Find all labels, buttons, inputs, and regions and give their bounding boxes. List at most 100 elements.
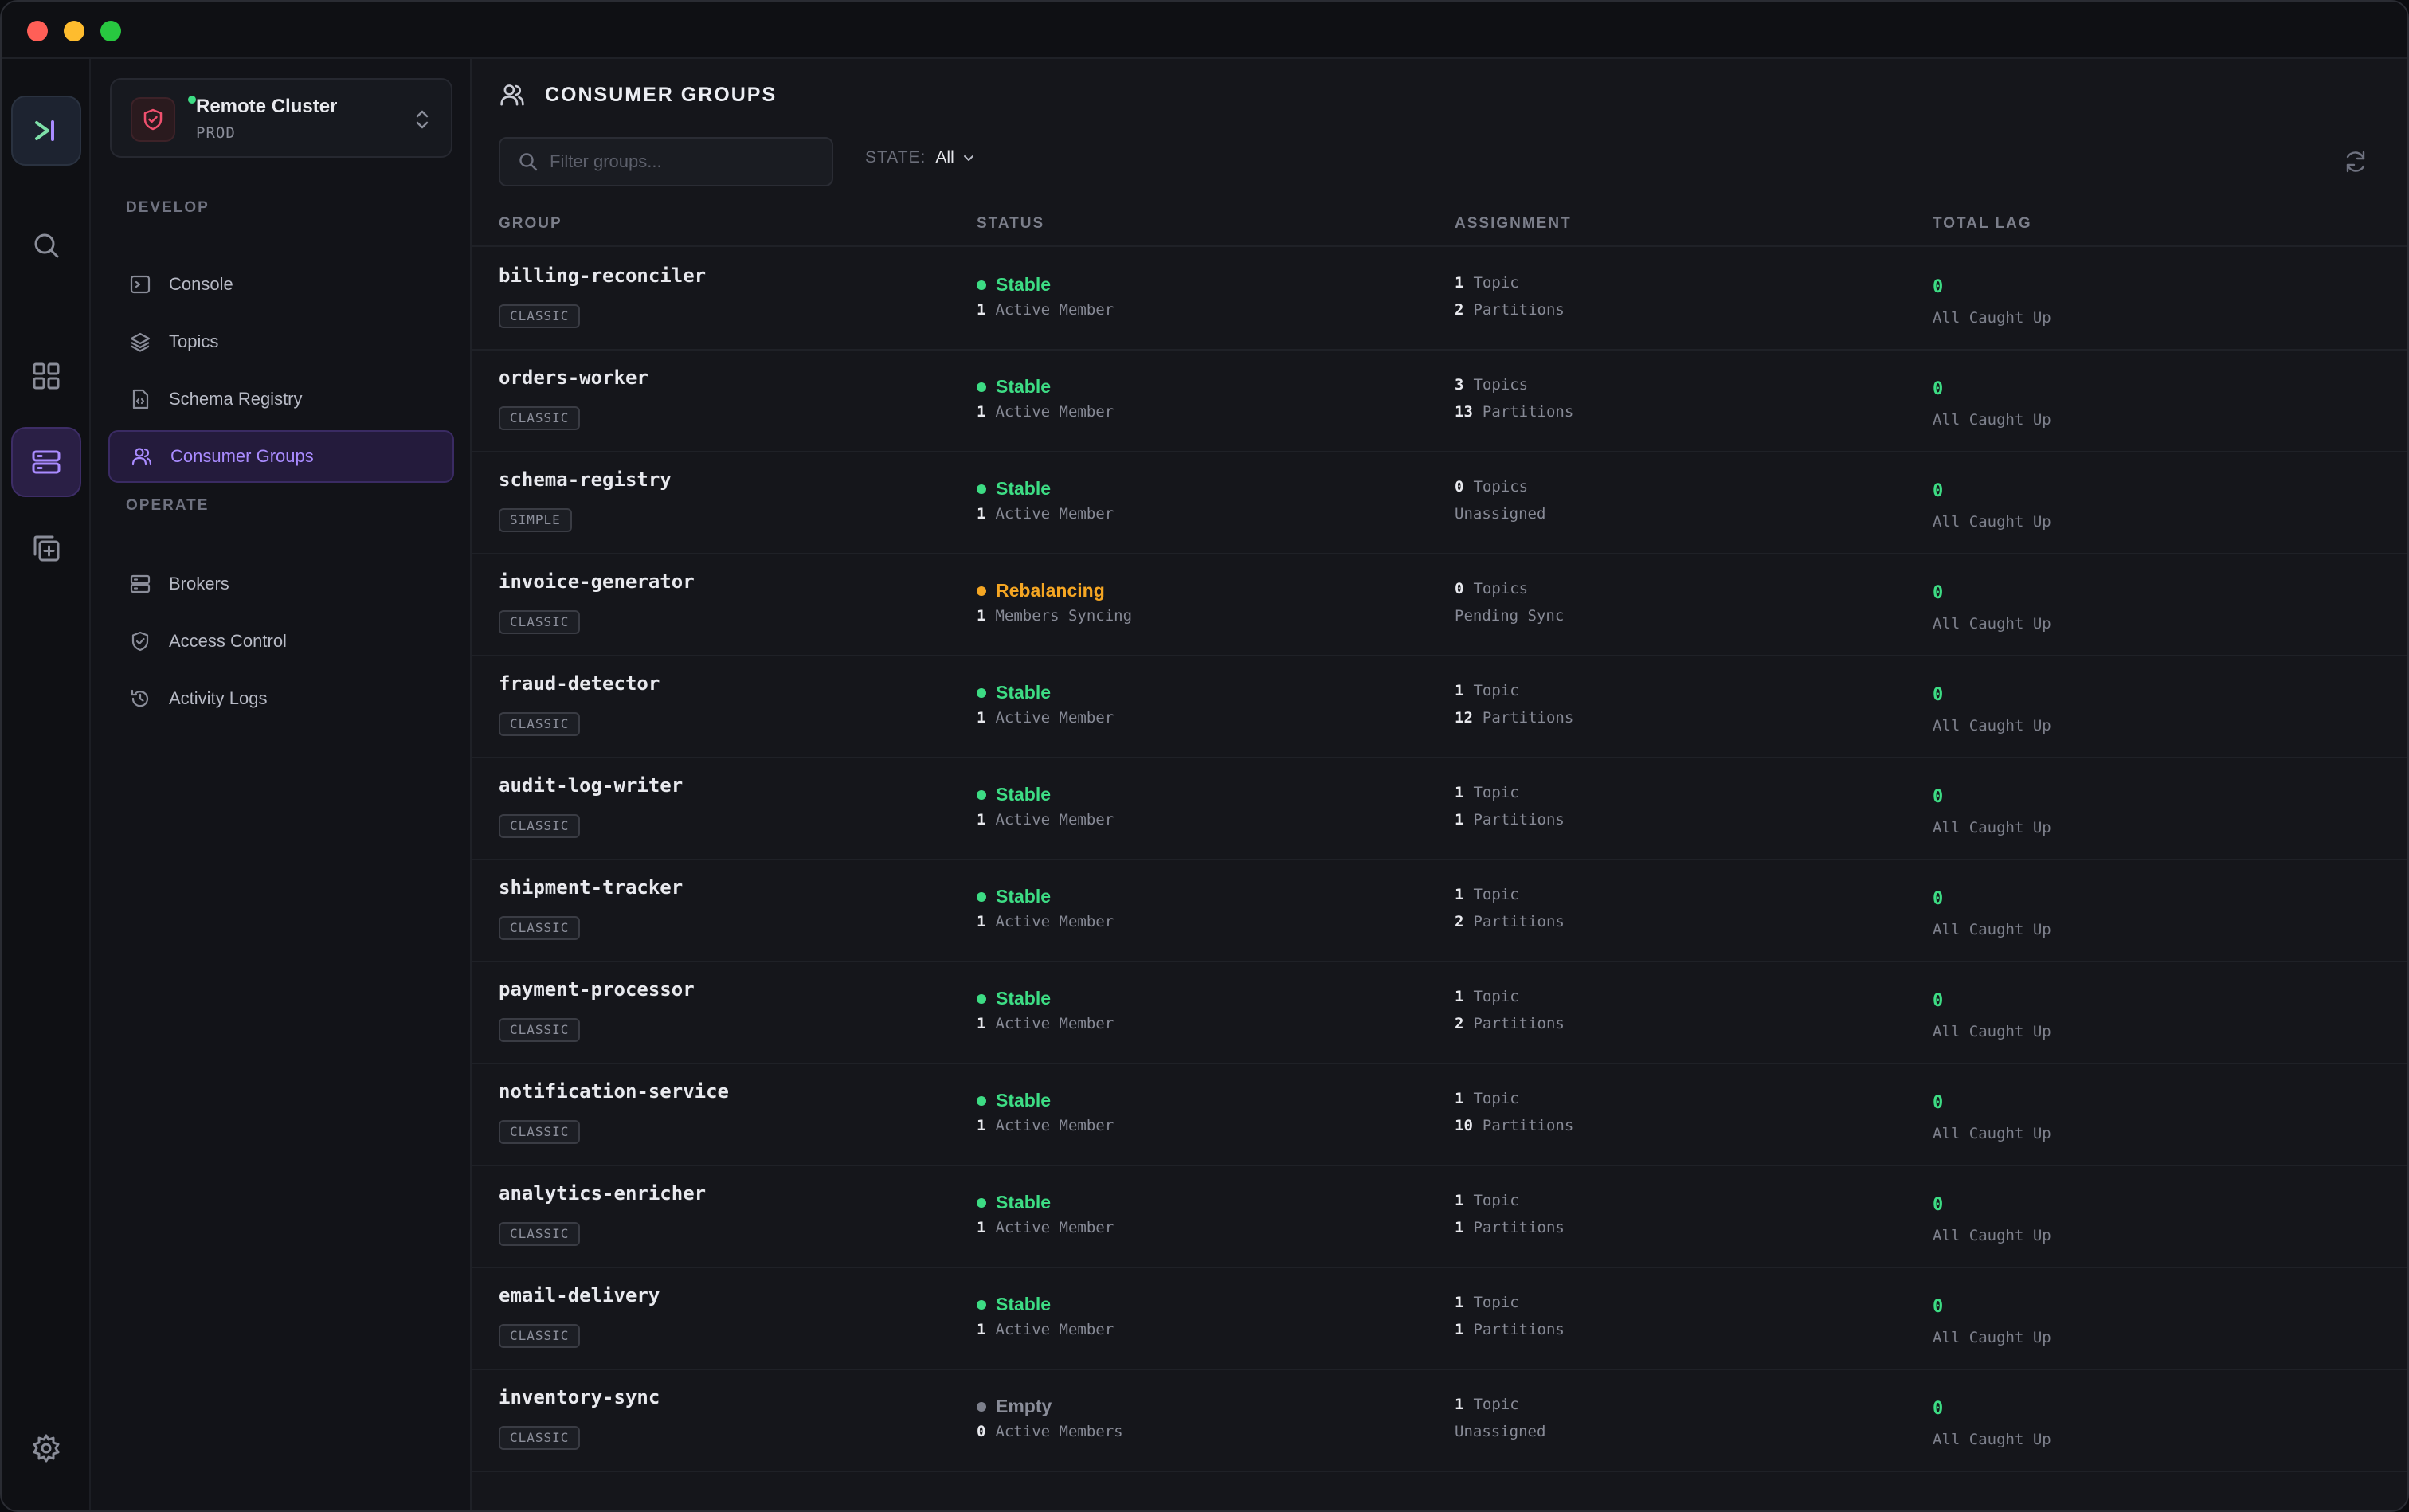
dashboard-grid-icon[interactable] xyxy=(11,341,81,411)
status-dot xyxy=(977,586,986,596)
total-lag-text: All Caught Up xyxy=(1933,1431,2051,1448)
group-name[interactable]: analytics-enricher xyxy=(499,1182,706,1205)
sidebar-item-consumer-groups[interactable]: Consumer Groups xyxy=(108,430,454,483)
sidebar-item-schema-registry[interactable]: Schema Registry xyxy=(108,373,454,425)
group-name[interactable]: fraud-detector xyxy=(499,672,660,695)
column-header-total-lag[interactable]: TOTAL LAG xyxy=(1933,215,2032,233)
status-text: Empty xyxy=(996,1396,1052,1416)
table-row[interactable]: billing-reconciler CLASSIC Stable 1 Activ… xyxy=(472,249,2407,351)
members-count: 1 xyxy=(977,1117,986,1134)
status-text: Stable xyxy=(996,784,1052,805)
partitions-count: 1 xyxy=(1455,811,1464,828)
group-name[interactable]: inventory-sync xyxy=(499,1386,660,1408)
table-row[interactable]: analytics-enricher CLASSIC Stable 1 Activ… xyxy=(472,1166,2407,1268)
members-summary: 0 Active Members xyxy=(977,1423,1123,1440)
members-text: Active Member xyxy=(995,1321,1114,1338)
members-summary: 1 Active Member xyxy=(977,1015,1114,1032)
table-row[interactable]: audit-log-writer CLASSIC Stable 1 Active … xyxy=(472,758,2407,860)
add-copy-icon[interactable] xyxy=(11,513,81,583)
column-header-status[interactable]: STATUS xyxy=(977,215,1044,233)
table-header: GROUP STATUS ASSIGNMENT TOTAL LAG xyxy=(472,199,2407,247)
group-name[interactable]: email-delivery xyxy=(499,1284,660,1306)
total-lag-text: All Caught Up xyxy=(1933,411,2051,429)
settings-gear-icon[interactable] xyxy=(11,1413,81,1483)
topics-count: 0 xyxy=(1455,478,1464,496)
sidebar-item-label: Topics xyxy=(169,331,219,351)
status-text: Stable xyxy=(996,1192,1052,1212)
sidebar-item-activity-logs[interactable]: Activity Logs xyxy=(108,672,454,725)
total-lag-value: 0 xyxy=(1933,1093,1944,1113)
server-stack-icon[interactable] xyxy=(11,427,81,497)
topics-summary: 0 Topics xyxy=(1455,478,1528,496)
topics-count: 1 xyxy=(1455,1192,1464,1209)
total-lag-value: 0 xyxy=(1933,685,1944,705)
group-name[interactable]: orders-worker xyxy=(499,366,648,389)
section-label-develop: DEVELOP xyxy=(126,199,210,216)
minimize-window-button[interactable] xyxy=(64,21,84,41)
partitions-summary: 2 Partitions xyxy=(1455,913,1565,930)
app-logo-icon[interactable] xyxy=(11,96,81,166)
filter-groups-input[interactable] xyxy=(550,151,821,172)
table-row[interactable]: inventory-sync CLASSIC Empty 0 Active Mem… xyxy=(472,1370,2407,1472)
sidebar-item-label: Access Control xyxy=(169,631,287,651)
group-name[interactable]: invoice-generator xyxy=(499,570,695,593)
partitions-summary: 13 Partitions xyxy=(1455,403,1573,421)
group-name[interactable]: schema-registry xyxy=(499,468,672,491)
status-badge: Empty xyxy=(977,1396,1052,1417)
history-icon xyxy=(131,689,149,707)
status-badge: Stable xyxy=(977,1192,1051,1213)
sidebar-item-topics[interactable]: Topics xyxy=(108,315,454,368)
group-name[interactable]: shipment-tracker xyxy=(499,876,683,899)
table-row[interactable]: payment-processor CLASSIC Stable 1 Active… xyxy=(472,962,2407,1064)
status-dot xyxy=(977,993,986,1004)
total-lag-text: All Caught Up xyxy=(1933,1125,2051,1142)
group-type-badge: CLASSIC xyxy=(499,1018,581,1042)
sidebar-item-brokers[interactable]: Brokers xyxy=(108,558,454,610)
partitions-count: 12 xyxy=(1455,709,1473,727)
members-count: 1 xyxy=(977,1219,986,1236)
cluster-selector[interactable]: Remote Cluster PROD xyxy=(110,78,452,158)
filter-groups-box[interactable] xyxy=(499,137,833,186)
table-row[interactable]: shipment-tracker CLASSIC Stable 1 Active … xyxy=(472,860,2407,962)
sidebar-item-label: Activity Logs xyxy=(169,688,268,708)
status-text: Stable xyxy=(996,1294,1052,1314)
status-text: Rebalancing xyxy=(996,580,1105,601)
column-header-assignment[interactable]: ASSIGNMENT xyxy=(1455,215,1572,233)
members-summary: 1 Members Syncing xyxy=(977,607,1132,625)
table-row[interactable]: notification-service CLASSIC Stable 1 Act… xyxy=(472,1064,2407,1166)
partitions-text: Partitions xyxy=(1473,1219,1565,1236)
refresh-icon[interactable] xyxy=(2342,148,2369,175)
topics-text: Topic xyxy=(1473,1294,1519,1311)
group-name[interactable]: notification-service xyxy=(499,1080,729,1103)
main-content: CONSUMER GROUPS STATE: All GROUP STATUS … xyxy=(472,59,2407,1510)
partitions-count: 1 xyxy=(1455,1321,1464,1338)
sidebar-item-label: Schema Registry xyxy=(169,389,303,409)
total-lag-text: All Caught Up xyxy=(1933,1023,2051,1040)
close-window-button[interactable] xyxy=(27,21,48,41)
users-icon xyxy=(131,448,152,466)
sidebar-item-console[interactable]: Console xyxy=(108,258,454,311)
members-text: Active Member xyxy=(995,913,1114,930)
sidebar-item-access-control[interactable]: Access Control xyxy=(108,615,454,668)
group-name[interactable]: billing-reconciler xyxy=(499,264,706,287)
sidebar-item-label: Console xyxy=(169,274,233,294)
search-icon[interactable] xyxy=(11,210,81,280)
partitions-text: Partitions xyxy=(1482,1117,1574,1134)
group-name[interactable]: audit-log-writer xyxy=(499,774,683,797)
table-row[interactable]: orders-worker CLASSIC Stable 1 Active Mem… xyxy=(472,351,2407,452)
state-filter-dropdown[interactable]: STATE: All xyxy=(865,148,975,167)
topics-count: 0 xyxy=(1455,580,1464,597)
status-dot xyxy=(977,687,986,698)
partitions-text: Unassigned xyxy=(1455,505,1546,523)
table-row[interactable]: schema-registry SIMPLE Stable 1 Active Me… xyxy=(472,452,2407,554)
status-text: Stable xyxy=(996,376,1052,397)
sidebar-item-label: Consumer Groups xyxy=(170,446,314,466)
table-row[interactable]: fraud-detector CLASSIC Stable 1 Active Me… xyxy=(472,656,2407,758)
members-count: 1 xyxy=(977,1015,986,1032)
total-lag-value: 0 xyxy=(1933,787,1944,807)
table-row[interactable]: email-delivery CLASSIC Stable 1 Active Me… xyxy=(472,1268,2407,1370)
group-name[interactable]: payment-processor xyxy=(499,978,695,1001)
table-row[interactable]: invoice-generator CLASSIC Rebalancing 1M… xyxy=(472,554,2407,656)
maximize-window-button[interactable] xyxy=(100,21,121,41)
column-header-group[interactable]: GROUP xyxy=(499,215,562,233)
